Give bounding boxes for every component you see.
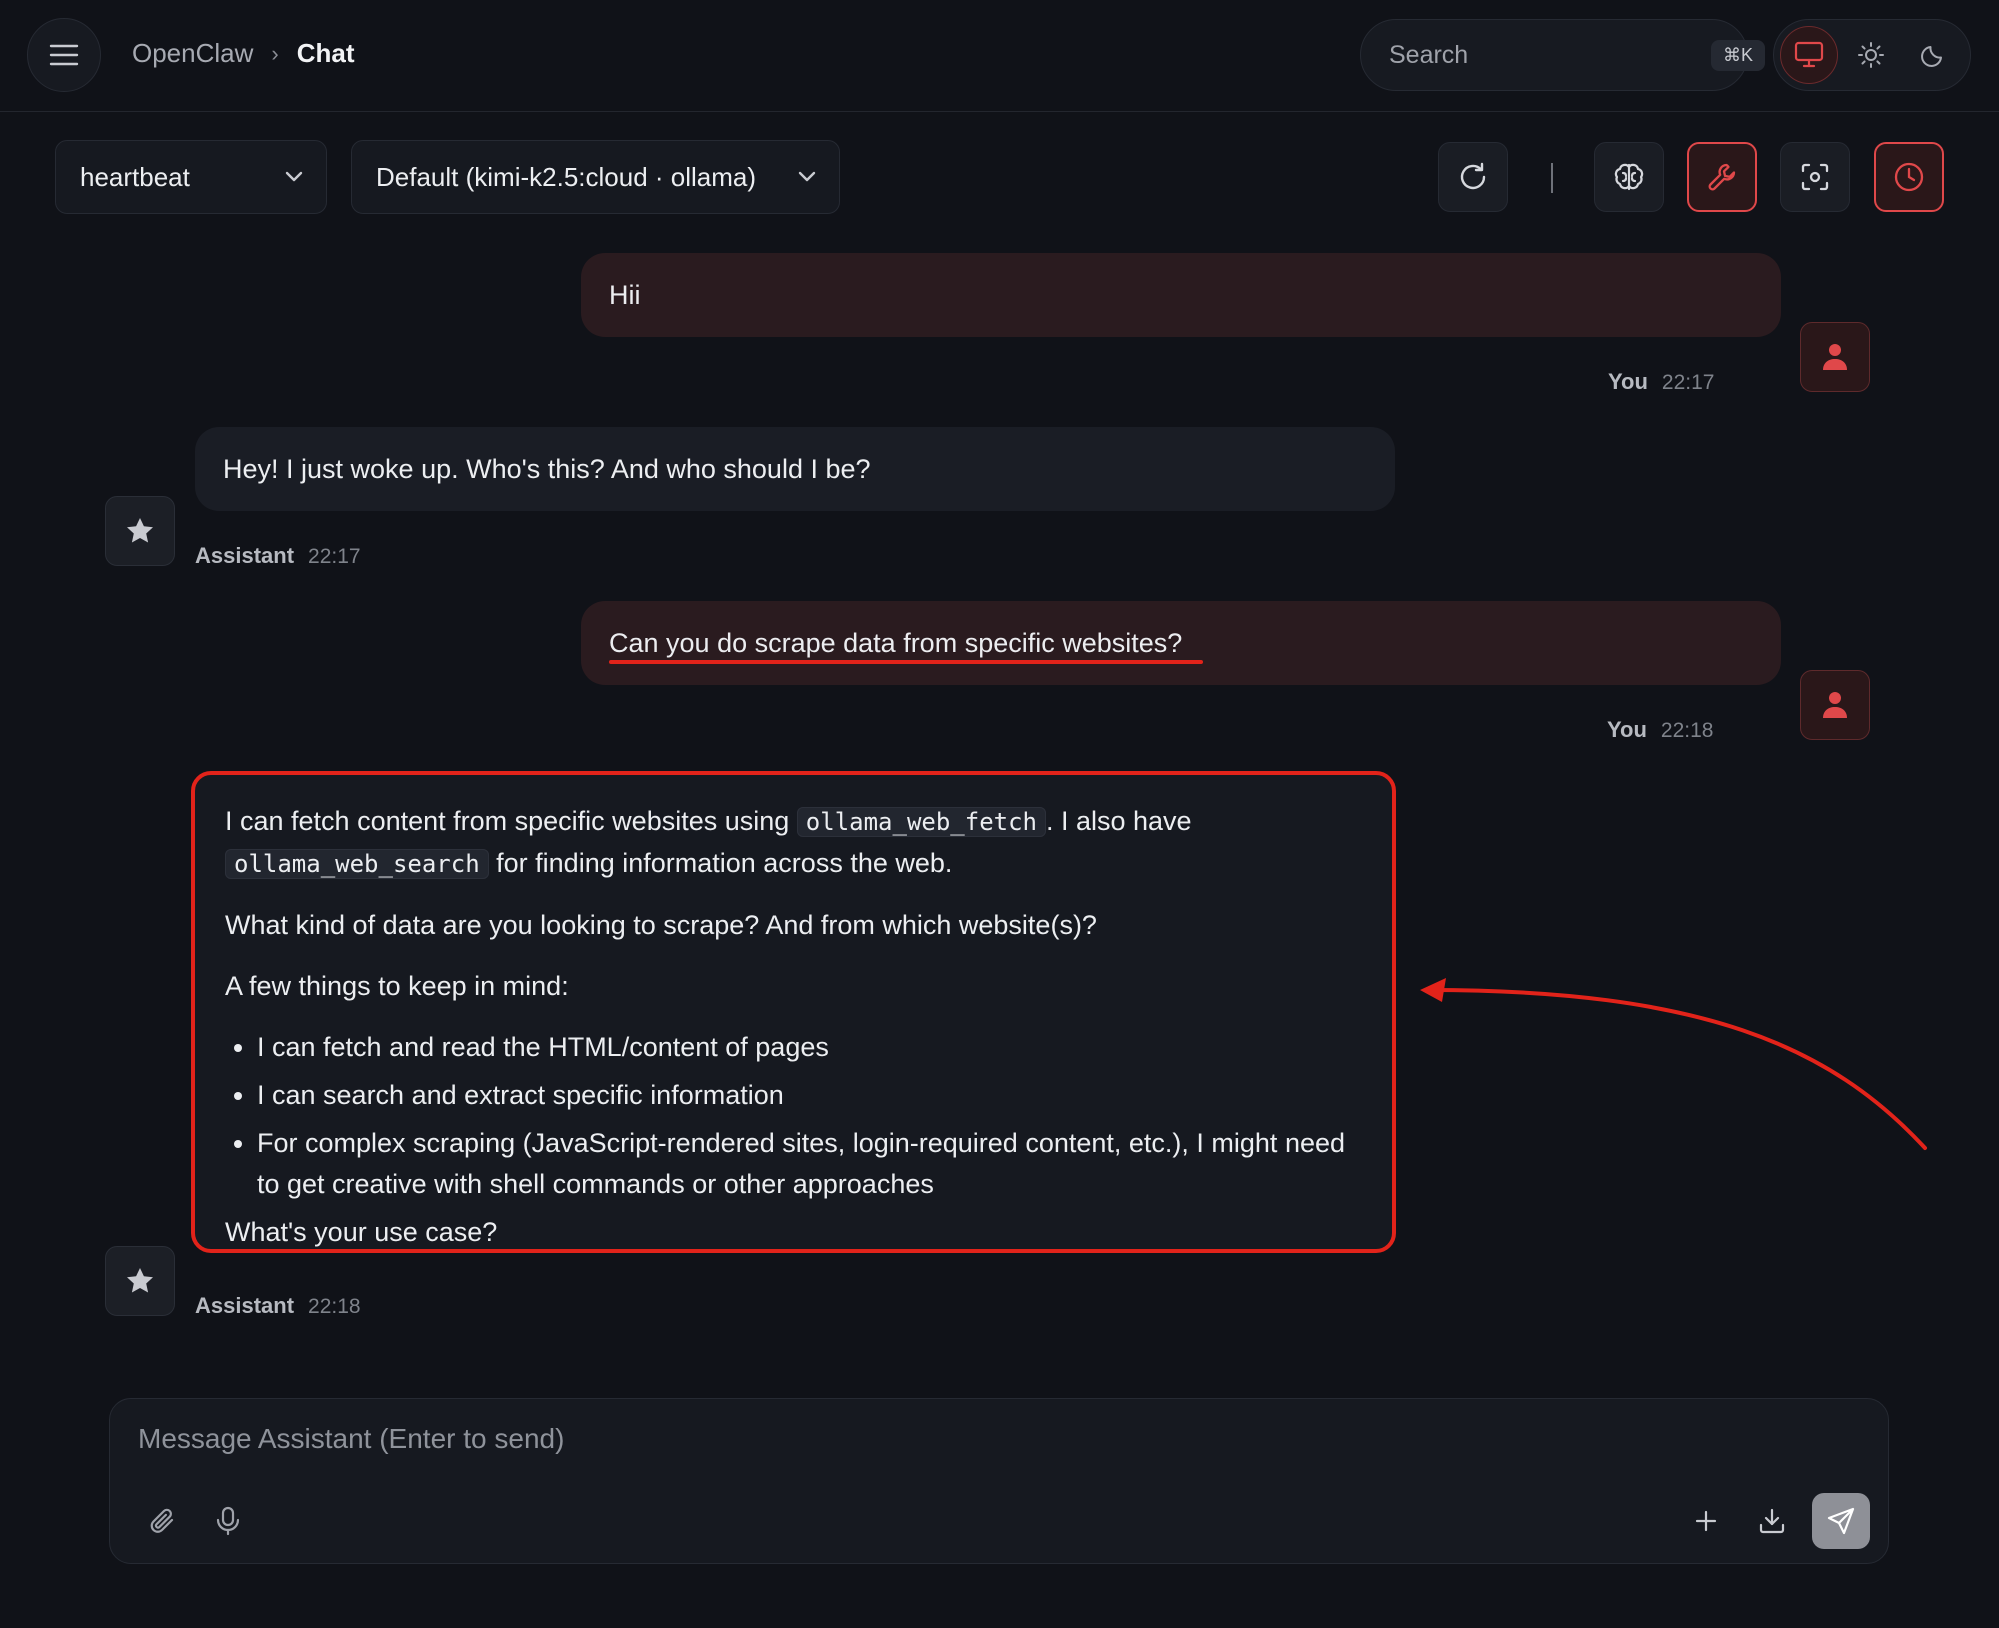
- message-author: Assistant: [195, 1293, 295, 1318]
- top-bar: OpenClaw › Chat ⌘K: [0, 0, 1999, 112]
- breadcrumb-app[interactable]: OpenClaw: [132, 38, 253, 69]
- message-composer: [109, 1398, 1889, 1564]
- search-input[interactable]: [1389, 40, 1711, 70]
- message-meta: You 22:17: [1608, 369, 1714, 395]
- monitor-icon: [1794, 41, 1824, 68]
- voice-input-button[interactable]: [206, 1499, 250, 1543]
- message-meta: Assistant 22:17: [195, 543, 361, 569]
- theme-dark-button[interactable]: [1904, 26, 1962, 84]
- bullet-list: I can fetch and read the HTML/content of…: [225, 1027, 1362, 1205]
- text-span: I can fetch content from specific websit…: [225, 806, 790, 836]
- message-paragraph: What's your use case?: [225, 1217, 498, 1247]
- theme-toggle-group: [1773, 19, 1971, 91]
- message-meta: Assistant 22:18: [195, 1293, 361, 1319]
- tools-toggle-button[interactable]: [1687, 142, 1757, 212]
- user-icon: [1823, 344, 1847, 370]
- message-text: Can you do scrape data from specific web…: [609, 627, 1183, 658]
- assistant-message-bubble-highlighted: I can fetch content from specific websit…: [191, 771, 1396, 1253]
- menu-button[interactable]: [27, 18, 101, 92]
- chevron-down-icon: [798, 171, 816, 182]
- message-time: 22:18: [1660, 719, 1714, 742]
- page-title: Chat: [296, 38, 355, 68]
- new-session-button[interactable]: [1684, 1499, 1728, 1543]
- send-icon: [1827, 1507, 1855, 1535]
- message-text: Hey! I just woke up. Who's this? And who…: [223, 453, 871, 484]
- text-span: for finding information across the web.: [496, 848, 953, 878]
- annotation-arrow: [1420, 978, 1927, 1150]
- message-paragraph: I can fetch content from specific websit…: [225, 801, 1362, 885]
- message-author: You: [1607, 717, 1647, 742]
- message-paragraph: What kind of data are you looking to scr…: [225, 910, 1097, 940]
- toolbar-separator: [1551, 163, 1553, 193]
- refresh-icon: [1460, 162, 1486, 190]
- sun-icon: [1858, 42, 1884, 68]
- user-avatar: [1800, 670, 1870, 740]
- message-author: Assistant: [195, 543, 295, 568]
- moon-icon: [1921, 46, 1942, 67]
- model-select-value: Default (kimi-k2.5:cloud · ollama): [376, 161, 757, 192]
- clock-icon: [1894, 162, 1924, 192]
- message-time: 22:18: [308, 1295, 361, 1318]
- message-time: 22:17: [308, 545, 361, 568]
- theme-system-button[interactable]: [1780, 26, 1838, 84]
- breadcrumb: OpenClaw › Chat: [132, 38, 355, 69]
- assistant-avatar: [105, 1246, 175, 1316]
- star-icon: [127, 1268, 153, 1293]
- list-item: For complex scraping (JavaScript-rendere…: [225, 1123, 1362, 1205]
- inline-code: ollama_web_fetch: [796, 807, 1046, 837]
- theme-light-button[interactable]: [1842, 26, 1900, 84]
- cron-schedule-button[interactable]: [1874, 142, 1944, 212]
- brain-icon: [1614, 163, 1644, 191]
- breadcrumb-separator: ›: [271, 40, 279, 66]
- user-avatar: [1800, 322, 1870, 392]
- download-icon: [1759, 1508, 1785, 1534]
- user-message-bubble: Can you do scrape data from specific web…: [581, 601, 1781, 685]
- session-select[interactable]: heartbeat: [55, 140, 327, 214]
- refresh-button[interactable]: [1438, 142, 1508, 212]
- list-item: I can search and extract specific inform…: [225, 1075, 1362, 1116]
- chevron-down-icon: [285, 171, 303, 182]
- user-message-bubble: Hii: [581, 253, 1781, 337]
- text-span: . I also have: [1045, 806, 1192, 836]
- message-author: You: [1608, 369, 1648, 394]
- menu-icon: [49, 44, 79, 66]
- session-select-value: heartbeat: [80, 161, 190, 192]
- list-item: I can fetch and read the HTML/content of…: [225, 1027, 1362, 1068]
- focus-mode-button[interactable]: [1780, 142, 1850, 212]
- focus-icon: [1801, 163, 1829, 191]
- message-meta: You 22:18: [1607, 717, 1713, 743]
- microphone-icon: [216, 1506, 240, 1536]
- assistant-avatar: [105, 496, 175, 566]
- message-paragraph: A few things to keep in mind:: [225, 971, 569, 1001]
- annotation-underline: [609, 660, 1203, 664]
- plus-icon: [1695, 1510, 1717, 1532]
- wrench-icon: [1708, 163, 1736, 191]
- model-select[interactable]: Default (kimi-k2.5:cloud · ollama): [351, 140, 840, 214]
- thinking-toggle-button[interactable]: [1594, 142, 1664, 212]
- attach-button[interactable]: [140, 1499, 184, 1543]
- message-text: Hii: [609, 279, 641, 310]
- star-icon: [127, 518, 153, 543]
- message-time: 22:17: [1661, 371, 1715, 394]
- user-icon: [1823, 692, 1847, 718]
- paperclip-icon: [150, 1508, 174, 1533]
- inline-code: ollama_web_search: [225, 849, 489, 879]
- search-shortcut-badge: ⌘K: [1711, 39, 1766, 71]
- assistant-message-bubble: Hey! I just woke up. Who's this? And who…: [195, 427, 1395, 511]
- export-button[interactable]: [1750, 1499, 1794, 1543]
- message-input[interactable]: [138, 1423, 1838, 1467]
- search-box[interactable]: ⌘K: [1360, 19, 1766, 91]
- send-button[interactable]: [1812, 1493, 1870, 1549]
